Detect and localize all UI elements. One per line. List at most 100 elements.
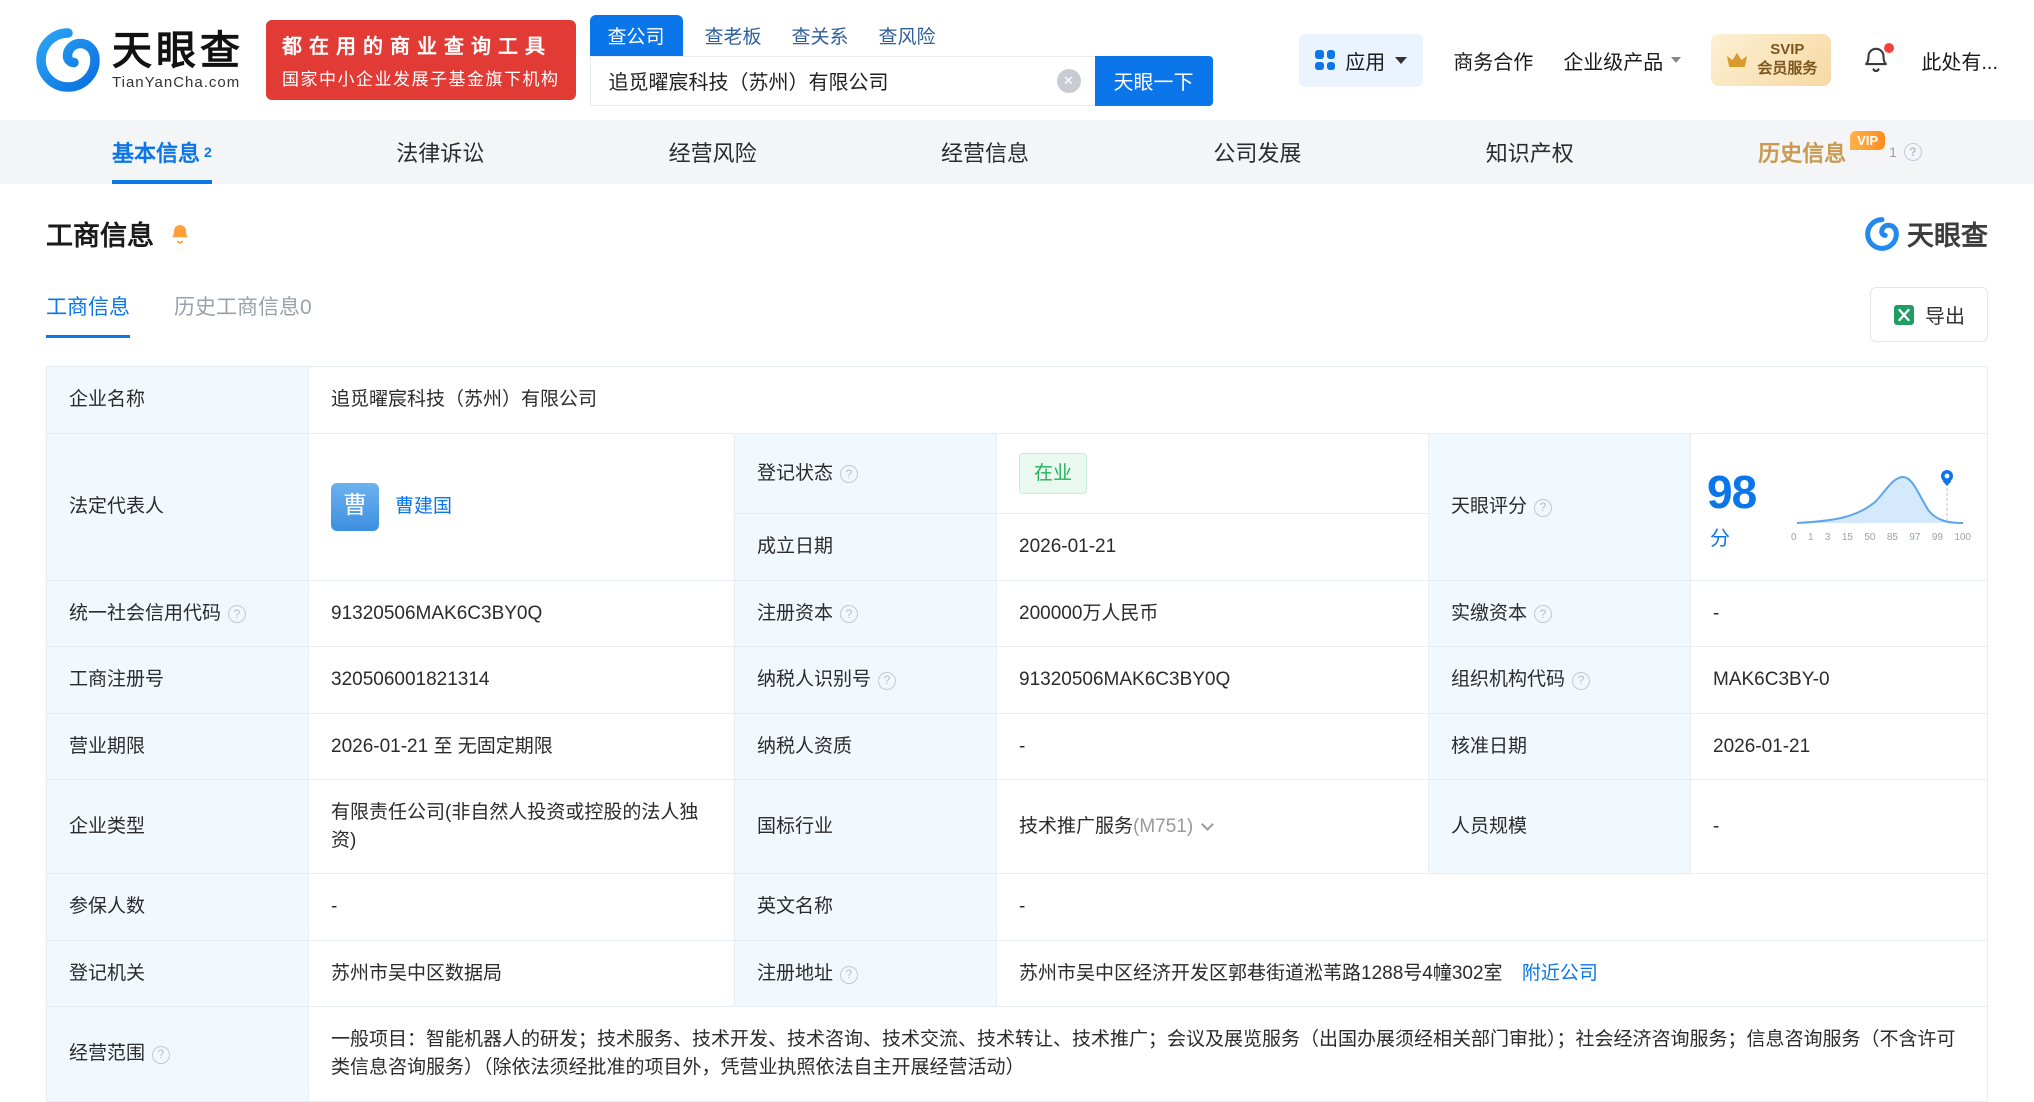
table-row: 企业名称 追觅曜宸科技（苏州）有限公司 [46,366,1988,434]
score-curve-svg [1796,470,1964,525]
help-icon[interactable]: ? [878,671,897,690]
subtab-business-registration[interactable]: 工商信息 [46,291,130,338]
label-reg-number: 工商注册号 [46,646,309,714]
tianyancha-logo[interactable]: 天眼查 TianYanCha.com [36,28,244,92]
monitor-bell-button[interactable] [168,222,192,246]
logo-text-en: TianYanCha.com [112,73,241,91]
label-taxpayer-id: 纳税人识别号? [734,646,997,714]
search-tab-boss[interactable]: 查老板 [705,15,762,56]
clear-search-icon[interactable]: ✕ [1056,68,1081,93]
business-cooperation-link[interactable]: 商务合作 [1453,46,1533,75]
legal-rep-link[interactable]: 曹建国 [395,493,452,521]
help-icon[interactable]: ? [1903,143,1922,161]
value-org-code: MAK6C3BY-0 [1690,646,1988,714]
label-staff-size: 人员规模 [1428,779,1691,875]
table-row: 参保人数 - 英文名称 - [46,873,1988,941]
apps-label: 应用 [1345,51,1386,74]
tab-company-development[interactable]: 公司发展 [1213,120,1301,184]
search-input[interactable] [606,68,1037,93]
brand-slogan-badge: 都在用的商业查询工具 国家中小企业发展子基金旗下机构 [266,20,576,100]
apps-grid-icon [1315,50,1336,70]
search-type-tabs: 查公司 查老板 查关系 查风险 [589,14,1213,56]
search-tab-relation[interactable]: 查关系 [792,15,849,56]
company-page-tabs: 基本信息 2 法律诉讼 经营风险 经营信息 公司发展 知识产权 历史信息 VIP … [0,120,2034,184]
notification-bell-button[interactable] [1861,43,1895,75]
label-company-type: 企业类型 [46,779,309,875]
bell-icon [172,224,188,244]
svip-membership-button[interactable]: SVIP 会员服务 [1711,34,1832,86]
value-taxpayer-id: 91320506MAK6C3BY0Q [996,646,1429,714]
label-english-name: 英文名称 [734,873,997,941]
header-nav: 应用 商务合作 企业级产品 SVIP 会员服务 此处有... [1299,33,1998,87]
tab-legal-proceedings[interactable]: 法律诉讼 [396,120,484,184]
value-business-scope: 一般项目：智能机器人的研发；技术服务、技术开发、技术咨询、技术交流、技术转让、技… [308,1006,1988,1102]
tianyancha-watermark: 天眼查 [1865,214,1988,253]
help-icon[interactable]: ? [1534,605,1553,624]
table-row: 法定代表人 曹 曹建国 登记状态? 在业 天眼评分? 98分 0 1 3 15 … [46,432,1988,581]
tab-count: 1 [1889,144,1897,160]
table-row: 企业类型 有限责任公司(非自然人投资或控股的法人独资) 国标行业 技术推广服务 … [46,779,1988,875]
value-tianyan-score[interactable]: 98分 0 1 3 15 50 85 97 99 100 [1690,432,1988,581]
export-button[interactable]: 导出 [1870,287,1988,342]
enterprise-products-link[interactable]: 企业级产品 [1563,46,1682,75]
score-axis-labels: 0 1 3 15 50 85 97 99 100 [1791,532,1971,544]
label-org-code: 组织机构代码? [1428,646,1691,714]
score-number: 98分 [1707,465,1757,551]
help-icon[interactable]: ? [1572,671,1591,690]
value-company-name: 追觅曜宸科技（苏州）有限公司 [308,366,1988,434]
tianyancha-logo-icon [36,28,100,92]
nearby-companies-link[interactable]: 附近公司 [1522,963,1598,984]
value-english-name: - [996,873,1988,941]
legal-rep-avatar[interactable]: 曹 [331,482,379,531]
vip-badge: VIP [1850,130,1886,150]
search-button[interactable]: 天眼一下 [1094,55,1213,106]
value-taxpayer-quality: - [996,712,1429,781]
tab-intellectual-property[interactable]: 知识产权 [1486,120,1574,184]
help-icon[interactable]: ? [152,1045,171,1064]
value-industry: 技术推广服务 (M751) [996,779,1429,875]
label-industry: 国标行业 [734,779,997,875]
status-badge: 在业 [1019,452,1088,495]
search-tab-risk[interactable]: 查风险 [879,15,936,56]
value-credit-code: 91320506MAK6C3BY0Q [308,579,735,648]
value-legal-rep: 曹 曹建国 [308,432,735,581]
tab-history-info[interactable]: 历史信息 VIP 1 ? [1758,120,1922,184]
help-icon[interactable]: ? [1534,498,1553,517]
tab-business-info[interactable]: 经营信息 [941,120,1029,184]
svip-label: SVIP [1770,41,1805,59]
section-title: 工商信息 [46,221,154,251]
value-company-type: 有限责任公司(非自然人投资或控股的法人独资) [308,779,735,875]
label-reg-status: 登记状态? [734,432,997,515]
help-icon[interactable]: ? [840,465,859,484]
label-address: 注册地址? [734,939,997,1008]
tab-basic-info[interactable]: 基本信息 2 [112,120,212,184]
table-row: 工商注册号 320506001821314 纳税人识别号? 91320506MA… [46,646,1988,714]
label-insured-count: 参保人数 [46,873,309,941]
tab-operational-risk[interactable]: 经营风险 [669,120,757,184]
label-company-name: 企业名称 [46,366,309,434]
chevron-down-icon[interactable] [1201,818,1215,832]
help-icon[interactable]: ? [228,605,247,624]
apps-button[interactable]: 应用 [1299,33,1424,87]
crown-icon [1727,53,1748,67]
slogan-line2: 国家中小企业发展子基金旗下机构 [282,70,560,89]
watermark-text: 天眼查 [1907,221,1988,251]
label-approval-date: 核准日期 [1428,712,1691,781]
search-tab-company[interactable]: 查公司 [589,14,683,56]
value-address: 苏州市吴中区经济开发区郭巷街道淞苇路1288号4幢302室 附近公司 [996,939,1988,1008]
excel-icon [1894,304,1914,325]
help-icon[interactable]: ? [840,605,859,624]
table-row: 登记机关 苏州市吴中区数据局 注册地址? 苏州市吴中区经济开发区郭巷街道淞苇路1… [46,939,1988,1008]
value-staff-size: - [1690,779,1988,875]
label-tianyan-score: 天眼评分? [1428,432,1691,581]
table-row: 经营范围? 一般项目：智能机器人的研发；技术服务、技术开发、技术咨询、技术交流、… [46,1006,1988,1102]
value-reg-number: 320506001821314 [308,646,735,714]
label-taxpayer-quality: 纳税人资质 [734,712,997,781]
subtab-history-registration[interactable]: 历史工商信息0 [174,291,312,338]
value-reg-status: 在业 [996,432,1429,515]
user-menu[interactable]: 此处有... [1921,46,1998,75]
table-row: 统一社会信用代码? 91320506MAK6C3BY0Q 注册资本? 20000… [46,579,1988,648]
help-icon[interactable]: ? [840,965,859,984]
score-curve-chart: 0 1 3 15 50 85 97 99 100 [1791,467,1971,546]
value-registry: 苏州市吴中区数据局 [308,939,735,1008]
